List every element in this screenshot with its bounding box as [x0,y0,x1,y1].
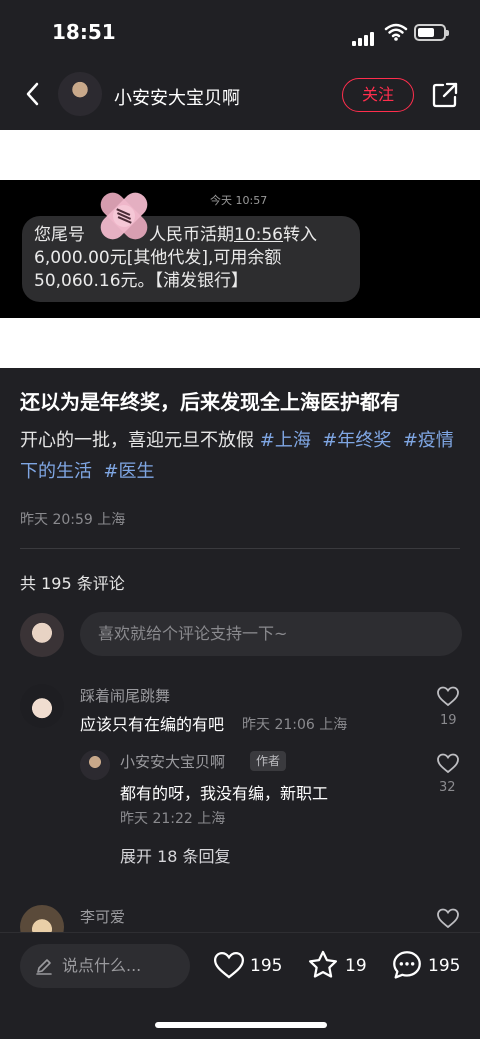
author-badge: 作者 [250,751,287,771]
heart-icon [213,951,245,979]
reply-meta: 昨天 21:22 上海 [120,811,226,827]
chat-bubble-icon [393,951,421,979]
bandage-sticker-icon [88,180,160,252]
current-user-avatar [20,613,64,657]
heart-icon [437,686,459,707]
comment-like-button[interactable] [436,906,460,934]
sms-text: 人民币活期 [149,225,234,245]
star-icon [308,950,338,978]
home-indicator[interactable] [155,1022,327,1028]
commenter-name[interactable]: 踩着闹尾跳舞 [80,685,170,706]
reply-avatar[interactable] [80,750,110,780]
reply-like-button[interactable] [436,751,460,779]
sms-line-1: 您尾号 人民币活期10:56转入 [34,224,348,247]
wifi-icon [384,22,408,46]
battery-icon [414,24,449,41]
status-time: 18:51 [52,20,116,44]
reply-text[interactable]: 都有的呀，我没有编，新职工 [120,780,328,804]
reply-like-count: 32 [439,780,456,795]
sms-line-3: 50,060.16元。【浦发银行】 [34,271,249,291]
hashtag-link[interactable]: #上海 [260,430,311,451]
post-body: 开心的一批，喜迎元旦不放假 #上海 #年终奖 #疫情下的生活 #医生 [20,425,464,487]
comment-text[interactable]: 应该只有在编的有吧 [80,711,224,735]
post-body-text: 开心的一批，喜迎元旦不放假 [20,430,260,451]
share-icon [432,82,458,108]
commenter-name[interactable]: 李可爱 [80,906,125,927]
comment-input[interactable]: 喜欢就给个评论支持一下~ [80,612,462,656]
post-meta: 昨天 20:59 上海 [20,512,126,528]
chevron-left-icon [26,82,39,106]
comment-count: 共 195 条评论 [20,574,125,593]
share-button[interactable] [430,80,460,110]
like-count: 195 [250,956,283,976]
comment-like-count: 19 [440,713,457,728]
back-button[interactable] [20,80,48,108]
sms-text: 您尾号 [34,225,85,245]
divider [20,548,460,549]
heart-icon [437,908,459,929]
comment-button[interactable] [390,948,424,982]
sms-line-2: 6,000.00元[其他代发],可用余额 [34,248,282,268]
comment-meta: 昨天 21:06 上海 [242,717,348,733]
post-title: 还以为是年终奖，后来发现全上海医护都有 [20,390,400,414]
post-image-bottom [0,318,480,368]
post-image-top [0,130,480,180]
sms-time-link: 10:56 [234,225,283,245]
hashtag-link[interactable]: #年终奖 [322,430,391,451]
sms-timestamp: 今天 10:57 [210,194,268,207]
hashtag-link[interactable]: #医生 [103,461,154,482]
signal-icon [352,27,376,46]
comment-like-button[interactable] [436,684,460,712]
collect-count: 19 [345,956,367,976]
follow-button[interactable]: 关注 [342,78,414,112]
heart-icon [437,753,459,774]
commenter-avatar[interactable] [20,684,64,728]
pen-icon [34,956,54,976]
collect-button[interactable] [306,948,340,982]
sms-text: 转入 [283,225,317,245]
comment-count-bottom: 195 [428,956,461,976]
expand-replies-button[interactable]: 展开 18 条回复 [120,843,231,867]
sms-bubble: 您尾号 人民币活期10:56转入 6,000.00元[其他代发],可用余额 50,… [22,216,360,302]
author-name[interactable]: 小安安大宝贝啊 [114,84,240,110]
reply-author-name[interactable]: 小安安大宝贝啊 [120,751,225,772]
author-avatar[interactable] [58,72,102,116]
like-button[interactable] [212,948,246,982]
